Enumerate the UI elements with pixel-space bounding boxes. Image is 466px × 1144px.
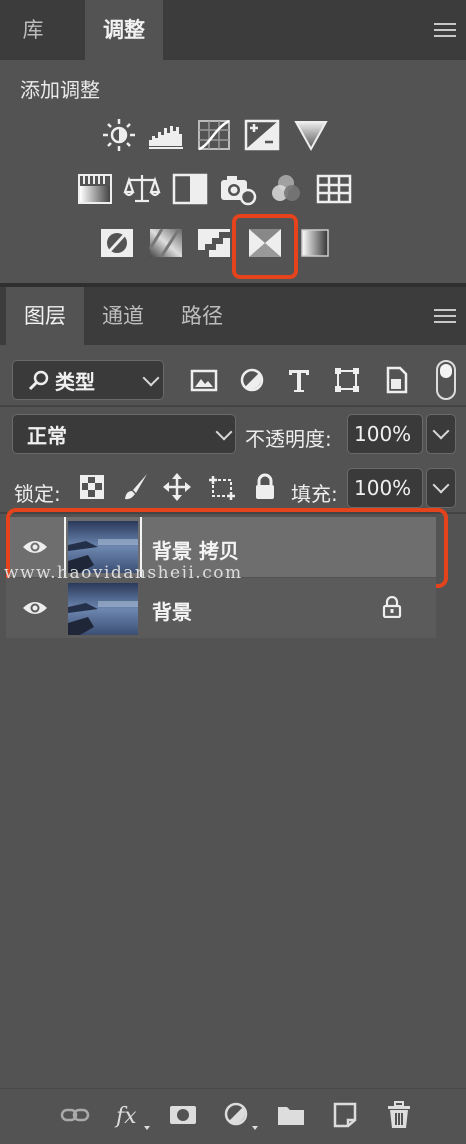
invert-icon[interactable] <box>98 226 136 260</box>
tab-paths[interactable]: 路径 <box>164 287 240 345</box>
black-white-icon[interactable] <box>171 172 209 206</box>
fill-input[interactable]: 100% <box>347 468 423 508</box>
new-layer-icon[interactable] <box>330 1100 360 1130</box>
layers-divider <box>0 405 466 407</box>
lock-artboard-icon[interactable] <box>207 472 237 502</box>
color-lookup-icon[interactable] <box>315 172 353 206</box>
curves-icon[interactable] <box>195 118 233 152</box>
layer-row-background[interactable]: 背景 <box>6 578 436 638</box>
layers-panel-menu-icon[interactable] <box>434 309 456 323</box>
opacity-dropdown-button[interactable] <box>426 414 456 454</box>
fill-label: 填充: <box>291 482 338 506</box>
vibrance-icon[interactable] <box>292 118 330 152</box>
chevron-down-icon <box>432 422 450 440</box>
opacity-label: 不透明度: <box>245 427 332 451</box>
lock-transparent-pixels-icon[interactable] <box>80 475 104 499</box>
lock-position-icon[interactable] <box>162 472 192 502</box>
opacity-value: 100% <box>354 422 412 446</box>
add-adjustment-title: 添加调整 <box>20 78 100 102</box>
adjustments-panel-menu-icon[interactable] <box>434 23 456 37</box>
delete-layer-trash-icon[interactable] <box>384 1100 414 1130</box>
selective-color-icon[interactable] <box>246 226 284 260</box>
layer-style-fx-icon[interactable]: fx <box>114 1100 150 1130</box>
tab-channels[interactable]: 通道 <box>86 287 160 345</box>
hue-saturation-icon[interactable] <box>76 172 114 206</box>
blend-mode-value: 正常 <box>27 423 67 448</box>
levels-icon[interactable] <box>147 118 185 152</box>
eye-icon[interactable] <box>22 599 48 617</box>
posterize-icon[interactable] <box>147 226 185 260</box>
new-group-folder-icon[interactable] <box>276 1100 306 1130</box>
link-layers-icon[interactable] <box>60 1100 90 1130</box>
bottom-toolbar-divider <box>0 1088 466 1089</box>
filter-kind-select[interactable]: 类型 <box>12 360 164 400</box>
gradient-map-icon[interactable] <box>294 226 332 260</box>
tab-library[interactable]: 库 <box>0 0 66 60</box>
adjustments-tabbar <box>0 0 466 60</box>
layer-name[interactable]: 背景 <box>152 596 192 625</box>
brightness-contrast-icon[interactable] <box>100 118 138 152</box>
chevron-down-icon <box>142 369 160 387</box>
search-icon <box>28 370 49 391</box>
svg-text:fx: fx <box>114 1104 137 1129</box>
filter-kind-label: 类型 <box>55 369 95 394</box>
lock-label: 锁定: <box>14 482 61 506</box>
chevron-down-icon <box>215 423 233 441</box>
filter-smart-object-icon[interactable] <box>381 365 411 395</box>
blend-mode-select[interactable]: 正常 <box>12 414 236 454</box>
exposure-icon[interactable] <box>243 118 281 152</box>
tab-adjustments[interactable]: 调整 <box>85 0 163 60</box>
filter-shape-icon[interactable] <box>332 365 362 395</box>
new-fill-adjustment-layer-icon[interactable] <box>222 1100 258 1130</box>
opacity-input[interactable]: 100% <box>347 414 423 454</box>
filter-toggle-switch[interactable] <box>436 360 456 400</box>
fill-value: 100% <box>354 476 412 500</box>
photo-filter-icon[interactable] <box>219 172 257 206</box>
tab-layers[interactable]: 图层 <box>6 287 84 345</box>
lock-image-pixels-icon[interactable] <box>121 472 151 502</box>
lock-icon <box>382 596 402 618</box>
fill-dropdown-button[interactable] <box>426 468 456 508</box>
chevron-down-icon <box>432 476 450 494</box>
color-balance-icon[interactable] <box>123 172 161 206</box>
filter-adjustment-icon[interactable] <box>237 365 267 395</box>
lock-all-icon[interactable] <box>252 473 278 501</box>
channel-mixer-icon[interactable] <box>267 172 305 206</box>
layer-thumbnail <box>68 583 138 635</box>
filter-type-icon[interactable] <box>284 365 314 395</box>
add-mask-icon[interactable] <box>168 1100 198 1130</box>
threshold-icon[interactable] <box>195 226 233 260</box>
filter-pixel-icon[interactable] <box>189 365 219 395</box>
